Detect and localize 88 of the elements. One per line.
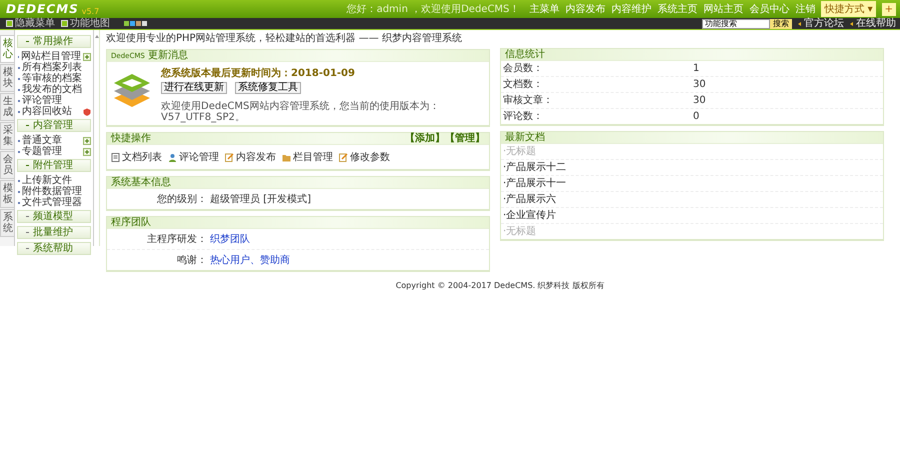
side-tab[interactable]: 核心 [0, 35, 15, 63]
layers-logo-icon [113, 72, 151, 108]
menu-group-header[interactable]: 附件管理 [17, 159, 91, 172]
side-tab[interactable]: 模板 [0, 180, 15, 208]
skin-swatch[interactable] [124, 21, 129, 26]
menu-link[interactable]: 评论管理 [22, 96, 62, 106]
document-icon [111, 152, 120, 162]
document-link[interactable]: ·产品展示十二 [503, 162, 566, 173]
shortcut-menu[interactable]: 快捷方式 ▾ [821, 1, 876, 17]
logo: DEDECMS [6, 2, 79, 16]
panel-title: 最新文档 [505, 132, 545, 143]
panel-title: 系统基本信息 [111, 177, 171, 188]
greeting-text: 您好：admin ，欢迎使用DedeCMS！ [346, 2, 520, 16]
skin-swatch[interactable] [142, 21, 147, 26]
copyright-text: Copyright © 2004-2017 DedeCMS. 织梦科技 版权所有 [396, 280, 604, 291]
scroll-up-icon[interactable] [94, 35, 98, 38]
menu-link[interactable]: 普通文章 [22, 136, 62, 146]
stat-value: 30 [693, 95, 706, 106]
update-button[interactable]: 进行在线更新 [161, 82, 227, 94]
side-tab[interactable]: 系统 [0, 209, 15, 237]
menu-link[interactable]: 附件数据管理 [22, 186, 82, 196]
toolbar-link[interactable]: 官方论坛 [798, 18, 844, 29]
info-label: 鸣谢： [176, 254, 207, 267]
add-icon[interactable] [83, 148, 91, 156]
document-link[interactable]: ·产品展示十一 [503, 178, 566, 189]
stat-label: 审核文章： [503, 95, 554, 106]
add-icon[interactable] [83, 52, 91, 60]
panel-title: 程序团队 [111, 217, 151, 228]
update-notice: 您系统版本最后更新时间为：2018-01-09 [161, 66, 355, 80]
side-tab[interactable]: 会员 [0, 151, 15, 179]
menu-group-header[interactable]: 常用操作 [17, 35, 91, 48]
stat-label: 会员数： [503, 63, 544, 74]
menu-link[interactable]: 等审核的档案 [22, 74, 82, 84]
menu-link[interactable]: 内容回收站 [22, 106, 72, 116]
menu-link[interactable]: 网站栏目管理 [21, 52, 81, 62]
edit-icon [339, 152, 348, 162]
menu-link[interactable]: 所有档案列表 [22, 62, 82, 72]
welcome-text: 欢迎使用专业的PHP网站管理系统，轻松建站的首选利器 —— 织梦内容管理系统 [106, 33, 463, 44]
panel-action-link[interactable]: 【添加】 [405, 133, 445, 144]
info-label: 您的级别： [156, 193, 207, 206]
add-icon[interactable] [83, 136, 91, 144]
menu-link[interactable]: 专题管理 [22, 146, 62, 156]
side-tab[interactable]: 生成 [0, 93, 15, 121]
panel-title: 快捷操作 [111, 133, 151, 144]
document-link[interactable]: ·产品展示六 [503, 194, 556, 205]
info-label: 主程序研发： [146, 232, 207, 246]
stat-value: 1 [693, 63, 700, 74]
quick-link[interactable]: 文档列表 [111, 150, 162, 164]
version-label: v5.7 [82, 7, 100, 16]
stat-value: 0 [693, 111, 700, 122]
side-tab[interactable]: 模块 [0, 64, 15, 92]
menu-group-header[interactable]: 系统帮助 [17, 242, 91, 255]
toolbar-item[interactable]: 隐藏菜单 [6, 18, 55, 29]
toolbar-item[interactable]: 功能地图 [61, 18, 110, 29]
add-shortcut-button[interactable]: + [882, 2, 896, 16]
skin-swatch[interactable] [136, 21, 141, 26]
panel-title: 信息统计 [505, 49, 545, 60]
user-icon [168, 152, 177, 162]
quick-link[interactable]: 修改参数 [339, 150, 390, 164]
quick-link[interactable]: 评论管理 [168, 150, 219, 164]
folder-icon [282, 152, 291, 162]
stat-value: 30 [693, 79, 706, 90]
panel-action-link[interactable]: 【管理】 [445, 133, 485, 144]
stat-label: 文档数： [503, 79, 544, 90]
info-value: 超级管理员 [开发模式] [210, 192, 311, 206]
info-link[interactable]: 热心用户、赞助商 [210, 253, 290, 267]
arrow-icon [850, 22, 853, 26]
document-link[interactable]: ·企业宣传片 [503, 210, 556, 221]
update-button[interactable]: 系统修复工具 [235, 82, 301, 94]
side-tab[interactable]: 采集 [0, 122, 15, 150]
version-text: 欢迎使用DedeCMS网站内容管理系统，您当前的使用版本为：V57_UTF8_SP2。 [161, 101, 440, 123]
stat-label: 评论数： [503, 111, 544, 122]
quick-link[interactable]: 栏目管理 [282, 150, 333, 164]
skin-swatch[interactable] [130, 21, 135, 26]
search-field[interactable]: 功能搜索 [702, 18, 770, 28]
menu-group-header[interactable]: 内容管理 [17, 119, 91, 132]
search-button[interactable]: 搜索 [770, 18, 792, 28]
menu-link[interactable]: 文件式管理器 [22, 198, 82, 208]
menu-link[interactable]: 上传新文件 [22, 176, 72, 186]
toolbar-link[interactable]: 在线帮助 [850, 18, 896, 29]
arrow-icon [798, 22, 801, 26]
shield-icon[interactable] [83, 108, 91, 116]
edit-icon [225, 152, 234, 162]
info-link[interactable]: 织梦团队 [210, 232, 250, 246]
quick-link[interactable]: 内容发布 [225, 150, 276, 164]
menu-group-header[interactable]: 频道模型 [17, 210, 91, 223]
menu-group-header[interactable]: 批量维护 [17, 226, 91, 239]
menu-link[interactable]: 我发布的文档 [22, 84, 82, 94]
